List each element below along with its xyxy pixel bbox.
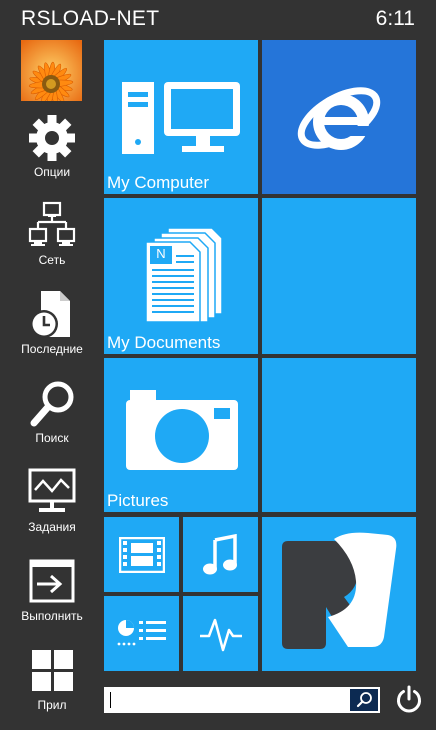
recent-icon <box>30 291 70 338</box>
control-panel-icon <box>117 620 166 646</box>
tile-label: My Computer <box>107 173 210 192</box>
tile-label: Pictures <box>107 491 169 510</box>
tile-pictures[interactable]: Pictures <box>104 358 258 512</box>
run-icon <box>29 559 75 603</box>
task-monitor-icon <box>28 468 76 512</box>
tile-rsload-logo[interactable] <box>262 517 416 671</box>
sidebar-item-recent[interactable]: Последние <box>10 290 94 374</box>
sidebar-item-search[interactable]: Поиск <box>10 379 94 463</box>
tile-blank-1[interactable] <box>262 198 416 354</box>
sidebar-item-label: Поиск <box>35 431 69 445</box>
tile-label: My Documents <box>107 333 221 352</box>
search-icon <box>30 381 74 427</box>
avatar[interactable] <box>21 40 82 101</box>
pulse-icon <box>200 618 242 652</box>
text-caret <box>110 692 111 708</box>
power-icon <box>397 685 421 713</box>
tile-my-documents[interactable]: N My Documents <box>104 198 258 354</box>
film-icon <box>119 537 165 573</box>
sidebar-item-apps[interactable]: Прил <box>10 646 94 730</box>
app-title: RSLOAD-NET <box>21 7 160 30</box>
sidebar-item-label: Задания <box>28 520 76 534</box>
tile-my-computer[interactable]: My Computer <box>104 40 258 194</box>
tile-internet-explorer[interactable] <box>262 40 416 194</box>
search-icon <box>356 692 372 708</box>
search-button[interactable] <box>350 689 378 711</box>
power-button[interactable] <box>394 684 424 714</box>
gear-icon <box>29 115 75 161</box>
tile-activity[interactable] <box>183 596 258 671</box>
sidebar-item-label: Выполнить <box>21 609 83 623</box>
search-input[interactable] <box>106 689 354 711</box>
tile-music[interactable] <box>183 517 258 592</box>
sidebar-item-run[interactable]: Выполнить <box>10 557 94 641</box>
document-letter: N <box>156 246 166 261</box>
sidebar-item-network[interactable]: Сеть <box>10 201 94 285</box>
search-bar <box>104 687 380 713</box>
music-note-icon <box>203 534 237 575</box>
documents-icon <box>145 227 223 322</box>
sidebar-item-label: Опции <box>33 165 71 179</box>
camera-icon <box>126 390 238 470</box>
tile-video[interactable] <box>104 517 179 592</box>
tile-settings-panel[interactable] <box>104 596 179 671</box>
sidebar-item-tasks[interactable]: Задания <box>10 468 94 552</box>
tile-blank-2[interactable] <box>262 358 416 512</box>
sidebar-item-label: Прил <box>37 698 67 712</box>
rsload-logo-icon <box>282 532 397 649</box>
flower-photo <box>21 40 82 101</box>
internet-explorer-icon <box>297 87 381 150</box>
sidebar-item-options[interactable]: Опции <box>10 113 94 197</box>
clock: 6:11 <box>375 7 415 30</box>
sidebar-item-label: Сеть <box>38 253 66 267</box>
computer-icon <box>122 82 240 154</box>
apps-grid-icon <box>32 650 73 691</box>
network-icon <box>28 201 76 246</box>
sidebar-item-label: Последние <box>21 342 83 356</box>
